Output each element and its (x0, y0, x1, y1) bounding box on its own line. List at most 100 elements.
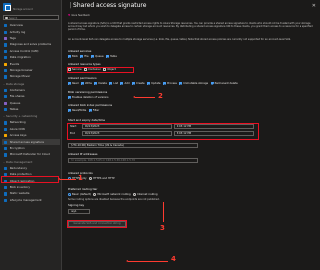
checkbox-icon[interactable] (179, 82, 183, 86)
sidebar-group-security[interactable]: Security + networking (3, 115, 37, 119)
timezone-input[interactable] (69, 144, 197, 147)
sidebar-search[interactable] (3, 15, 59, 20)
timezone-select[interactable] (68, 143, 198, 148)
checkbox-icon[interactable] (91, 55, 95, 59)
sidebar-item-icon (4, 37, 8, 41)
sidebar-item-security-3[interactable]: Shared access signature (2, 139, 60, 145)
sidebar-item-storage-1[interactable]: File shares (2, 94, 60, 100)
sidebar-item-icon (4, 24, 8, 28)
sidebar-item-datamgmt-4[interactable]: Static website (2, 191, 60, 197)
sidebar-item-security-0[interactable]: Networking (2, 120, 60, 126)
checkbox-icon[interactable] (132, 82, 135, 86)
radio-icon[interactable] (93, 193, 97, 197)
versioning-checkbox-label: Enables deletion of versions (72, 96, 109, 99)
permission-checkbox-label: Add (124, 82, 130, 85)
permission-checkbox-8[interactable]: Immutable storage (179, 82, 208, 86)
radio-icon[interactable] (133, 193, 137, 197)
checkbox-icon[interactable] (106, 55, 110, 59)
close-icon[interactable]: ✕ (312, 3, 316, 9)
start-time-field[interactable] (174, 124, 254, 129)
end-date-input[interactable] (83, 132, 171, 135)
sidebar-item-security-4[interactable]: Encryption (2, 146, 60, 152)
service-checkbox-0[interactable]: Blob (68, 55, 78, 59)
versioning-checkbox-0[interactable]: Enables deletion of versions (68, 96, 109, 100)
start-date-field[interactable] (82, 124, 172, 129)
sidebar-item-storage-2[interactable]: Queues (2, 100, 60, 106)
sidebar-item-icon (4, 127, 8, 131)
permission-checkbox-1[interactable]: Write (81, 82, 92, 86)
permission-checkbox-2[interactable]: Delete (94, 82, 107, 86)
sidebar-item-main-8[interactable]: Storage Mover (2, 74, 60, 80)
sidebar-item-datamgmt-3[interactable]: Blob inventory (2, 185, 60, 191)
service-checkbox-1[interactable]: File (80, 55, 89, 59)
checkbox-icon[interactable] (68, 96, 71, 100)
end-time-input[interactable] (175, 132, 253, 135)
sidebar-item-security-1[interactable]: Azure CDN (2, 127, 60, 133)
checkbox-icon[interactable] (109, 82, 113, 86)
permission-checkbox-3[interactable]: List (109, 82, 118, 86)
start-time-input[interactable] (175, 125, 253, 128)
sidebar-item-main-7[interactable]: Storage browser (2, 68, 60, 74)
checkbox-icon[interactable] (163, 82, 167, 86)
signing-key-input[interactable] (69, 210, 89, 213)
sidebar-item-storage-0[interactable]: Containers (2, 88, 60, 94)
sidebar-item-main-5[interactable]: Data migration (2, 55, 60, 61)
routing-radio-0[interactable]: Basic (default) (68, 193, 91, 197)
routing-radio-2[interactable]: Internet routing (133, 193, 158, 197)
versioning-row: Enables deletion of versions (68, 96, 109, 100)
protocol-radio-1[interactable]: HTTPS and HTTP (89, 177, 115, 181)
sidebar-item-security-2[interactable]: Access keys (2, 133, 60, 139)
end-date-field[interactable] (82, 131, 172, 136)
sidebar-item-security-5[interactable]: Microsoft Defender for Cloud (2, 152, 60, 158)
radio-icon[interactable] (89, 177, 93, 181)
sidebar-item-icon (4, 62, 8, 66)
radio-icon[interactable] (68, 193, 71, 197)
checkbox-icon[interactable] (68, 55, 71, 59)
sidebar-item-main-1[interactable]: Activity log (2, 29, 60, 35)
sidebar-group-data-management[interactable]: Data management (3, 160, 32, 165)
blob-index-checkbox-1[interactable]: Filter (88, 109, 99, 113)
sidebar-item-datamgmt-5[interactable]: Lifecycle management (2, 198, 60, 204)
permission-checkbox-9[interactable]: Permanent delete (210, 82, 238, 86)
routing-radio-1[interactable]: Microsoft network routing (93, 193, 131, 197)
sidebar-item-main-4[interactable]: Access Control (IAM) (2, 49, 60, 55)
sidebar-search-input[interactable] (9, 16, 55, 20)
sidebar-item-storage-3[interactable]: Tables (2, 107, 60, 113)
checkbox-icon[interactable] (81, 82, 85, 86)
blob-index-checkbox-0[interactable]: Read/Write (68, 109, 86, 113)
ip-input[interactable] (69, 159, 197, 162)
page-title: | Shared access signature (68, 2, 147, 9)
permission-checkbox-6[interactable]: Update (147, 82, 161, 86)
sidebar-item-icon (4, 166, 8, 170)
checkbox-icon[interactable] (94, 82, 98, 86)
permission-checkbox-0[interactable]: Read (68, 82, 79, 86)
sidebar-item-icon (4, 134, 8, 138)
service-checkbox-2[interactable]: Queue (91, 55, 104, 59)
end-time-field[interactable] (174, 131, 254, 136)
sidebar-item-label: Containers (9, 87, 25, 92)
annotation-3: 3 (160, 224, 165, 232)
sidebar-group-data-storage[interactable]: Data storage (3, 82, 24, 87)
start-date-input[interactable] (83, 125, 171, 128)
permission-checkbox-4[interactable]: Add (120, 82, 130, 86)
checkbox-icon[interactable] (88, 109, 92, 113)
signing-key-select[interactable] (68, 209, 90, 214)
checkbox-icon[interactable] (68, 109, 71, 113)
checkbox-icon[interactable] (80, 55, 84, 59)
sidebar-item-datamgmt-0[interactable]: Redundancy (2, 166, 60, 172)
checkbox-icon[interactable] (120, 82, 124, 86)
ip-field[interactable] (68, 158, 198, 163)
annotation-2: 2 (158, 92, 163, 100)
sidebar-item-main-6[interactable]: Events (2, 61, 60, 67)
checkbox-icon[interactable] (147, 82, 151, 86)
sidebar-item-main-0[interactable]: Overview (2, 23, 60, 29)
permission-checkbox-7[interactable]: Process (163, 82, 177, 86)
sidebar-item-main-2[interactable]: Tags (2, 36, 60, 42)
checkbox-icon[interactable] (210, 82, 214, 86)
permission-checkbox-5[interactable]: Create (132, 82, 145, 86)
checkbox-icon[interactable] (68, 82, 71, 86)
service-checkbox-3[interactable]: Table (106, 55, 117, 59)
sidebar-item-icon (4, 153, 8, 157)
feedback-link[interactable]: ♥Give feedback (68, 14, 90, 17)
sidebar-item-main-3[interactable]: Diagnose and solve problems (2, 42, 60, 48)
